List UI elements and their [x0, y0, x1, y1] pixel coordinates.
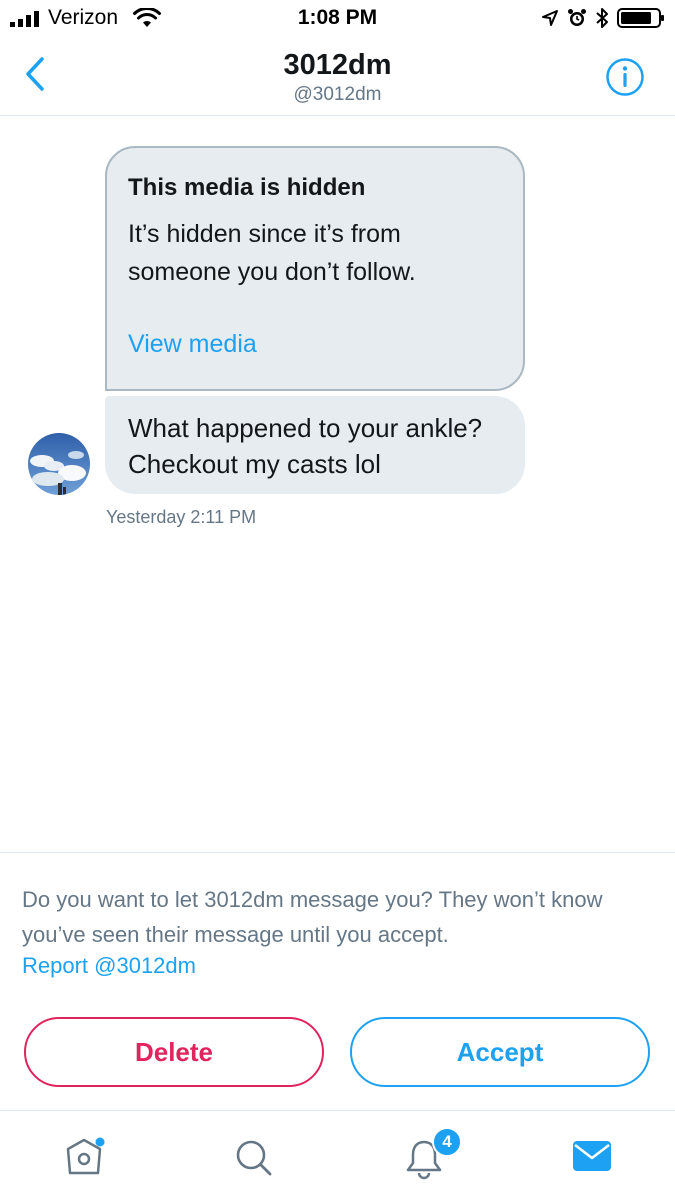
battery-icon: [617, 8, 664, 28]
conversation-header: 3012dm @3012dm: [0, 40, 675, 116]
tab-notifications[interactable]: [336, 1111, 504, 1200]
info-button[interactable]: [605, 57, 645, 97]
conversation-handle: @3012dm: [293, 84, 382, 105]
home-icon: [66, 1137, 105, 1175]
message-request-panel: Do you want to let 3012dm message you? T…: [0, 852, 675, 1110]
hidden-media-title: This media is hidden: [128, 174, 366, 201]
view-media-link[interactable]: View media: [128, 330, 257, 359]
info-icon: [606, 58, 644, 96]
tab-home[interactable]: [0, 1111, 168, 1200]
bluetooth-icon: [596, 8, 608, 28]
message-text: What happened to your ankle? Checkout my…: [128, 413, 483, 479]
notifications-badge: 4: [432, 1127, 462, 1157]
alarm-icon: [568, 9, 586, 26]
location-icon: [542, 10, 558, 26]
report-link[interactable]: Report @3012dm: [22, 953, 196, 979]
hidden-media-description: It’s hidden since it’s from someone you …: [128, 220, 416, 286]
request-prompt: Do you want to let 3012dm message you? T…: [22, 887, 603, 947]
status-bar: Verizon 1:08 PM: [0, 0, 675, 40]
message-thread: This media is hidden It’s hidden since i…: [0, 117, 675, 852]
tab-messages[interactable]: [504, 1111, 672, 1200]
hidden-media-card: This media is hidden It’s hidden since i…: [105, 146, 525, 391]
message-bubble: What happened to your ankle? Checkout my…: [105, 396, 525, 494]
conversation-title: 3012dm: [283, 49, 392, 81]
delete-button[interactable]: Delete: [24, 1017, 324, 1087]
search-icon: [236, 1140, 272, 1176]
accept-button[interactable]: Accept: [350, 1017, 650, 1087]
tab-bar: 4: [0, 1110, 675, 1200]
avatar[interactable]: [28, 433, 90, 495]
tab-search[interactable]: [168, 1111, 336, 1200]
status-icons: [541, 7, 665, 29]
message-timestamp: Yesterday 2:11 PM: [106, 507, 257, 527]
avatar-image: [28, 433, 90, 495]
messages-icon: [573, 1141, 611, 1171]
